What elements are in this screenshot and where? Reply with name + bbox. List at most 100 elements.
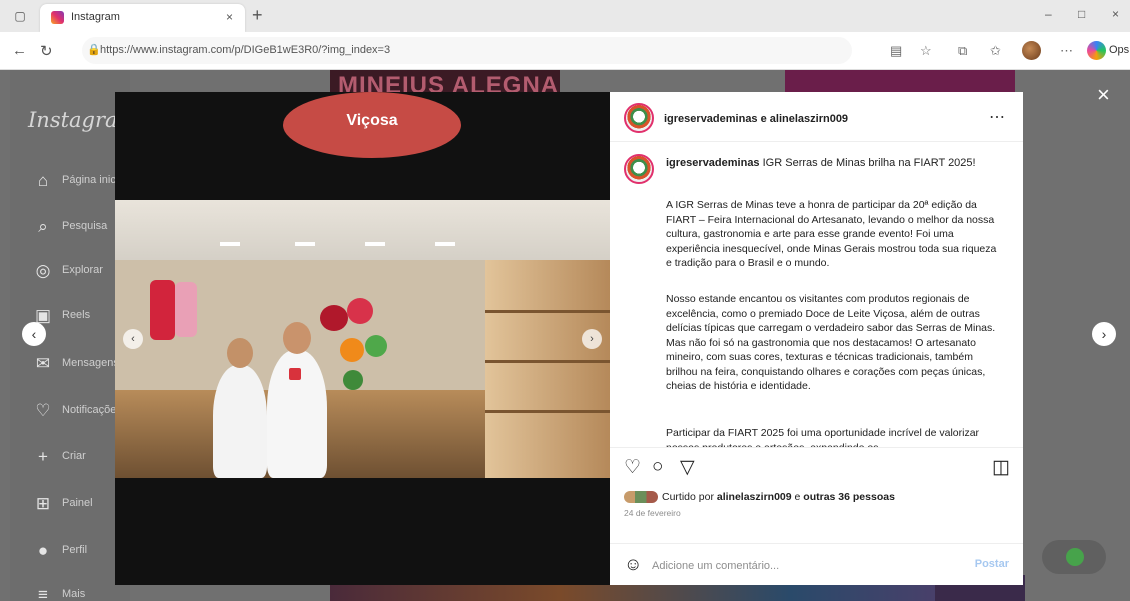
- likes-others[interactable]: outras 36 pessoas: [803, 491, 895, 503]
- person-head: [227, 338, 253, 368]
- tab-close-icon[interactable]: ×: [226, 10, 233, 24]
- carousel-next-button[interactable]: ›: [582, 329, 602, 349]
- split-screen-icon[interactable]: ⧉: [958, 43, 967, 59]
- caption-paragraph: Nosso estande encantou os visitantes com…: [666, 293, 996, 392]
- favorites-icon[interactable]: ✩: [990, 43, 1001, 59]
- save-bookmark-icon[interactable]: ◫: [992, 456, 1010, 479]
- likes-summary[interactable]: Curtido por alinelaszirn009 e outras 36 …: [624, 491, 895, 504]
- back-icon[interactable]: ←: [12, 42, 27, 59]
- close-window-button[interactable]: ×: [1112, 7, 1119, 21]
- more-options-icon[interactable]: ⋯: [989, 107, 1005, 127]
- ceiling-light: [435, 242, 455, 246]
- messages-icon: ✉: [35, 354, 51, 373]
- messages-bubble[interactable]: [1042, 540, 1106, 574]
- ceiling-light: [365, 242, 385, 246]
- caption-paragraph: Participar da FIART 2025 foi uma oportun…: [666, 427, 980, 447]
- ceiling-light: [295, 242, 315, 246]
- post-media: Viçosa ‹ ›: [115, 92, 610, 585]
- url-text: https://www.instagram.com/p/DIGeB1wE3R0/…: [100, 44, 391, 56]
- post-photo: [115, 200, 610, 478]
- caption-avatar[interactable]: [624, 154, 654, 184]
- ceiling-light: [220, 242, 240, 246]
- likes-prefix: Curtido por: [662, 491, 714, 503]
- cloth-item: [175, 282, 197, 337]
- post-date[interactable]: 24 de fevereiro: [624, 508, 681, 518]
- sidebar-item-label: Perfil: [62, 544, 88, 556]
- shirt-logo: [289, 368, 301, 380]
- emoji-icon[interactable]: ☺: [624, 554, 642, 575]
- caption-title: IGR Serras de Minas brilha na FIART 2025…: [762, 157, 976, 169]
- favorite-star-icon[interactable]: ☆: [920, 43, 932, 59]
- sidebar-item-label: Criar: [62, 450, 86, 462]
- instagram-favicon-icon: [51, 11, 64, 24]
- carousel-prev-button[interactable]: ‹: [123, 329, 143, 349]
- likers-avatars: [624, 491, 658, 504]
- tab-bar: ▢ Instagram × + – □ ×: [0, 0, 1130, 32]
- caption-paragraph: A IGR Serras de Minas teve a honra de pa…: [666, 199, 997, 269]
- next-post-button[interactable]: ›: [1092, 322, 1116, 346]
- shelf-board: [485, 360, 610, 363]
- new-tab-button[interactable]: +: [252, 5, 263, 26]
- home-icon: ⌂: [37, 171, 49, 190]
- lock-icon[interactable]: 🔒: [87, 43, 101, 56]
- explore-icon: ◎: [35, 261, 51, 280]
- likes-middle: e: [794, 491, 801, 503]
- tab-actions-icon[interactable]: ▢: [12, 8, 28, 24]
- hat-item: [343, 370, 363, 390]
- sidebar-item-more[interactable]: ≡ Mais: [32, 584, 142, 601]
- copilot-icon[interactable]: [1087, 41, 1106, 60]
- photo-ceiling: [115, 200, 610, 262]
- refresh-icon[interactable]: ↻: [40, 42, 53, 60]
- search-icon: ⌕: [38, 217, 48, 236]
- like-heart-icon[interactable]: ♡: [624, 456, 641, 479]
- share-icon[interactable]: ▽: [680, 456, 695, 479]
- minimize-button[interactable]: –: [1045, 7, 1052, 21]
- sidebar-item-label: Mais: [62, 588, 86, 600]
- browser-window: ▢ Instagram × + – □ × ← ↻ 🔒 https://www.…: [0, 0, 1130, 601]
- post-caption: igreservademinas IGR Serras de Minas bri…: [610, 142, 1023, 447]
- browser-tab[interactable]: Instagram ×: [40, 4, 245, 32]
- chat-avatar-icon: [1066, 548, 1084, 566]
- post-authors[interactable]: igreservademinas e alinelaszirn009: [664, 113, 848, 125]
- shelf-board: [485, 310, 610, 313]
- tab-title: Instagram: [71, 11, 120, 23]
- post-actions: ♡ ○ ▽ ◫ Curtido por alinelaszirn009 e ou…: [610, 447, 1023, 585]
- instagram-page: Instagram ⌂ Página inicial ⌕ Pesquisa ◎ Exp…: [0, 70, 1130, 601]
- close-modal-icon[interactable]: ×: [1097, 82, 1110, 108]
- address-bar-row: ← ↻ 🔒 https://www.instagram.com/p/DIGeB1…: [0, 32, 1130, 70]
- sidebar-item-label: Explorar: [62, 264, 103, 276]
- comment-box: ☺ Postar: [610, 543, 1023, 586]
- person-head: [283, 322, 311, 354]
- hat-item: [340, 338, 364, 362]
- caption-username[interactable]: igreservademinas: [666, 157, 760, 169]
- sidebar-item-label: Painel: [62, 497, 93, 509]
- hat-item: [365, 335, 387, 357]
- maximize-button[interactable]: □: [1078, 7, 1085, 21]
- person-woman: [213, 365, 267, 478]
- comment-icon[interactable]: ○: [652, 456, 663, 478]
- author-avatar[interactable]: [624, 103, 654, 133]
- heart-icon: ♡: [35, 401, 51, 420]
- caption-head: igreservademinas IGR Serras de Minas bri…: [666, 156, 996, 171]
- profile-avatar[interactable]: [1022, 41, 1041, 60]
- sidebar-item-label: Reels: [62, 309, 91, 321]
- address-bar[interactable]: 🔒 https://www.instagram.com/p/DIGeB1wE3R…: [82, 37, 852, 64]
- comment-input[interactable]: [652, 557, 952, 575]
- sidebar-item-label: Mensagens: [62, 357, 119, 369]
- likes-user[interactable]: alinelaszirn009: [717, 491, 792, 503]
- previous-post-button[interactable]: ‹: [22, 322, 46, 346]
- sign-text: Viçosa: [346, 112, 398, 129]
- more-options-icon[interactable]: ⋯: [1060, 43, 1073, 59]
- hat-item: [347, 298, 373, 324]
- profile-icon: ●: [37, 541, 49, 560]
- store-sign: Viçosa: [283, 92, 461, 158]
- copilot-label: Ops: [1109, 44, 1130, 56]
- create-icon: +: [38, 447, 48, 466]
- cloth-item: [150, 280, 175, 340]
- post-comment-button[interactable]: Postar: [975, 558, 1009, 570]
- shelf-board: [485, 410, 610, 413]
- reader-view-icon[interactable]: ▤: [890, 43, 902, 59]
- hat-item: [320, 305, 348, 331]
- photo-shelf: [485, 260, 610, 478]
- post-details-panel: igreservademinas e alinelaszirn009 ⋯ igr…: [610, 92, 1023, 585]
